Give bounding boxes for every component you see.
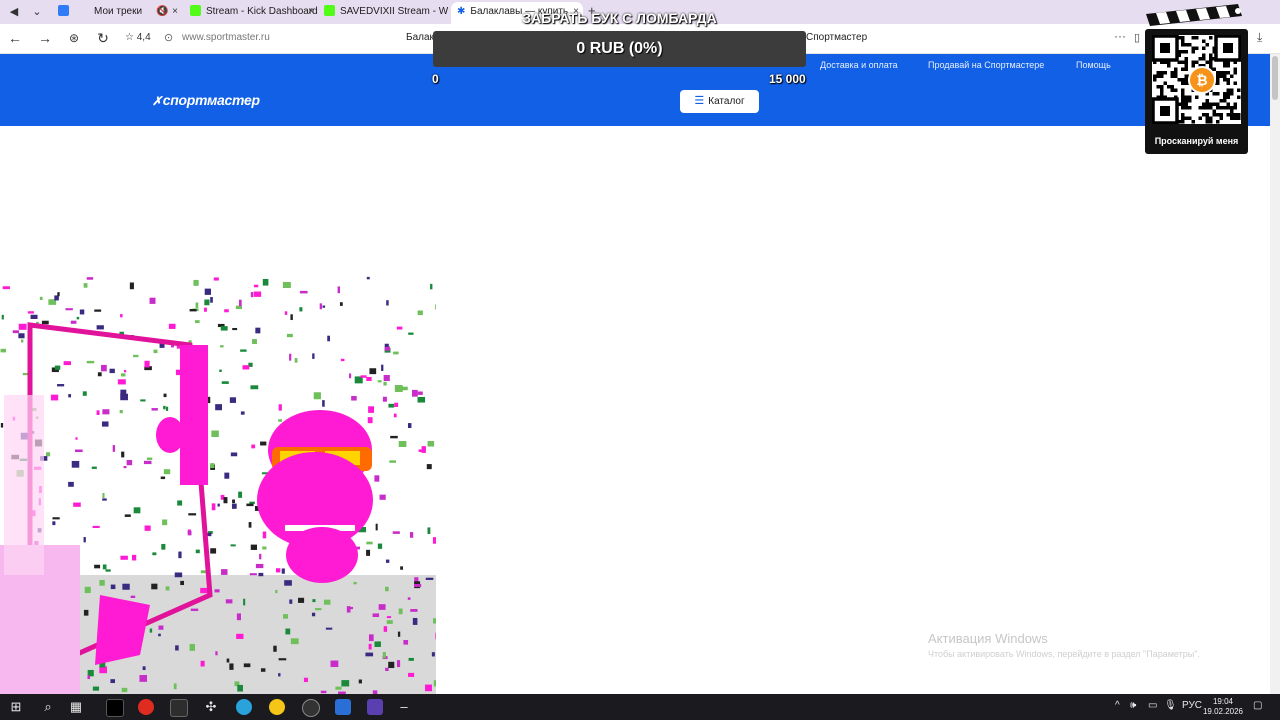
bitcoin-icon: ₿ xyxy=(1188,66,1216,94)
clock-time[interactable]: 19:04 xyxy=(1205,697,1241,706)
tab-title: SAVEDVIXII Stream - Wate xyxy=(340,6,448,17)
kick-favicon-icon xyxy=(324,5,335,16)
qr-widget[interactable]: ₿ Просканируй меня xyxy=(1145,29,1248,154)
windows-taskbar: ⊞ ⌕ ▦ ✣ – ^ 🕪 ▭ 🎙 РУС 19:04 19.02.2026 ▢ xyxy=(0,694,1280,720)
donation-amount: 0 RUB (0%) xyxy=(576,40,663,57)
more-menu-icon[interactable]: ··· xyxy=(1114,29,1126,43)
app-icon[interactable]: – xyxy=(396,699,412,715)
qr-caption: Просканируй меня xyxy=(1154,136,1239,146)
tab-title: Stream - Kick Dashboard xyxy=(206,6,318,17)
kick-favicon-icon xyxy=(190,5,201,16)
terminal-app-icon[interactable] xyxy=(106,699,124,717)
bookmark-icon[interactable]: ▯ xyxy=(1134,31,1140,44)
tab-muted-icon[interactable]: 🔇 xyxy=(156,2,168,22)
logo-text: спортмастер xyxy=(162,92,260,108)
language-indicator[interactable]: РУС xyxy=(1182,700,1202,711)
obs-app-icon[interactable] xyxy=(170,699,188,717)
clock-date[interactable]: 19.02.2026 xyxy=(1202,707,1244,716)
tray-expand-icon[interactable]: ^ xyxy=(1115,700,1120,711)
reload-icon[interactable]: ↻ xyxy=(94,30,112,46)
donation-goal-title: ЗАБРАТЬ БУК С ЛОМБАРДА xyxy=(522,10,717,26)
windows-activation-subtitle: Чтобы активировать Windows, перейдите в … xyxy=(928,649,1200,659)
windows-start-icon[interactable]: ⊞ xyxy=(8,699,24,715)
download-icon[interactable]: ⤓ xyxy=(1257,30,1262,45)
clapperboard-icon xyxy=(1146,4,1242,26)
page-scrollbar[interactable] xyxy=(1270,54,1280,694)
protect-shield-icon[interactable]: ⊛ xyxy=(65,30,83,46)
back-arrow-icon[interactable]: ← xyxy=(6,30,24,46)
top-link-delivery[interactable]: Доставка и оплата xyxy=(820,60,898,70)
warning-app-icon[interactable] xyxy=(269,699,285,715)
top-link-help[interactable]: Помощь xyxy=(1076,60,1111,70)
tab-audio-icon[interactable]: ◀ xyxy=(6,4,22,20)
donation-progress-bar: 0 RUB (0%) xyxy=(433,31,806,67)
scrollbar-thumb[interactable] xyxy=(1272,56,1278,100)
app-icon[interactable] xyxy=(335,699,351,715)
tab-my-tracks[interactable]: Мои треки 🔇 × xyxy=(88,2,182,24)
app-icon[interactable] xyxy=(367,699,383,715)
donation-goal-max: 15 000 xyxy=(769,72,806,86)
webcam-feed xyxy=(0,275,436,695)
tab-title: Мои треки xyxy=(94,6,143,17)
page-title-fragment: Спортмастер xyxy=(806,32,868,43)
lock-icon[interactable]: ⊙ xyxy=(164,31,173,44)
telegram-icon[interactable] xyxy=(236,699,252,715)
forward-arrow-icon[interactable]: → xyxy=(36,30,54,46)
microphone-icon[interactable]: 🎙 xyxy=(1164,700,1177,711)
network-icon[interactable]: ▭ xyxy=(1148,700,1157,711)
menu-icon: ☰ xyxy=(694,95,705,107)
windows-activation-title: Активация Windows xyxy=(928,631,1048,646)
notifications-icon[interactable]: ▢ xyxy=(1253,700,1262,711)
donation-goal-min: 0 xyxy=(432,72,439,86)
tab-kick-stream[interactable]: SAVEDVIXII Stream - Wate xyxy=(320,2,448,24)
catalog-label: Каталог xyxy=(708,96,745,107)
steam-icon[interactable] xyxy=(302,699,320,717)
sportmaster-logo[interactable]: ✗спортмастер xyxy=(152,92,260,108)
volume-icon[interactable]: 🕪 xyxy=(1130,700,1136,711)
media-player-icon[interactable] xyxy=(55,4,71,20)
page-title-fragment: Балак xyxy=(406,32,434,43)
qr-code[interactable]: ₿ xyxy=(1151,34,1242,125)
task-view-icon[interactable]: ▦ xyxy=(68,699,84,715)
tab-kick-dashboard[interactable]: Stream - Kick Dashboard × xyxy=(186,2,318,24)
yandex-browser-icon[interactable] xyxy=(138,699,154,715)
logo-mark-icon: ✗ xyxy=(152,94,162,108)
tab-close-icon[interactable]: × xyxy=(172,2,178,22)
fan-app-icon[interactable]: ✣ xyxy=(203,699,219,715)
search-icon[interactable]: ⌕ xyxy=(40,699,56,715)
site-rating[interactable]: ☆ 4,4 xyxy=(125,32,151,43)
tab-list-chevron-icon[interactable]: ⌄ xyxy=(29,4,45,20)
address-bar-url[interactable]: www.sportmaster.ru xyxy=(182,32,270,43)
top-link-sell[interactable]: Продавай на Спортмастере xyxy=(928,60,1044,70)
catalog-button[interactable]: ☰ Каталог xyxy=(680,90,759,113)
tab-close-icon[interactable]: × xyxy=(308,2,314,22)
